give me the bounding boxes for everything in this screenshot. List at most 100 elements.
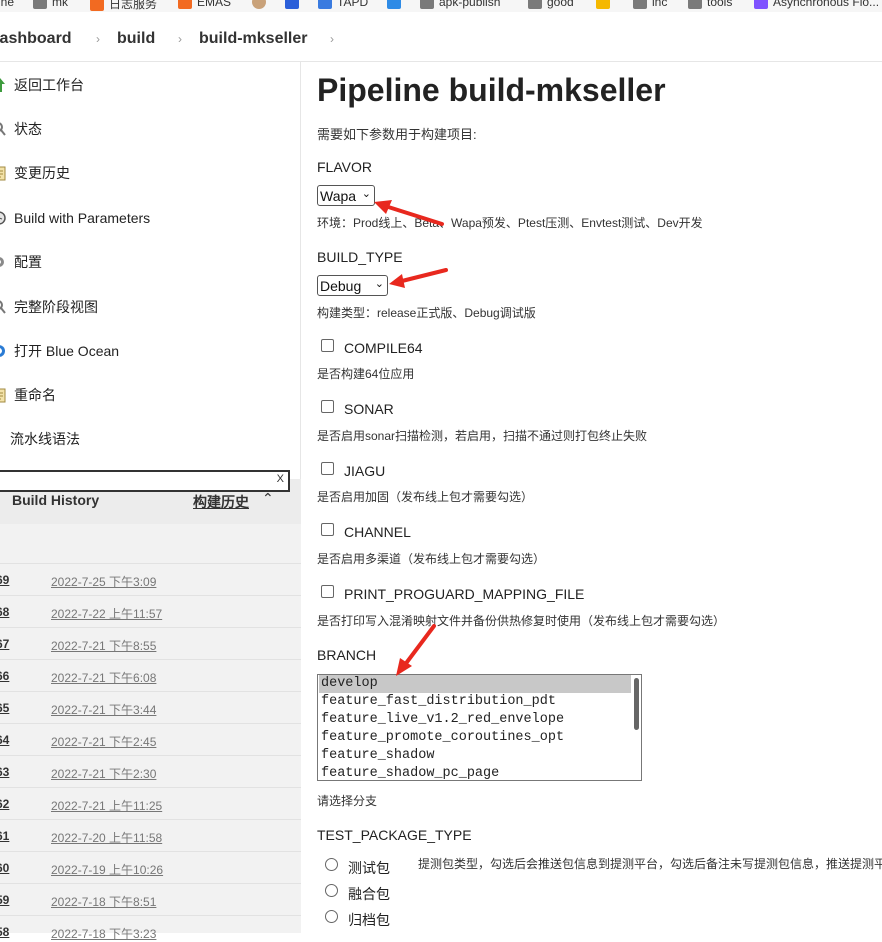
build-date-link[interactable]: 2022-7-21 下午3:44 [51,701,156,718]
sidebar-item-build-with-parameters[interactable]: Build with Parameters [0,203,301,233]
build-row: 58 2022-7-18 下午3:23 [0,915,301,941]
bookmark-send[interactable] [387,0,401,9]
build-history-filter-input[interactable] [0,472,270,490]
build-history-title: Build History [12,492,100,508]
build-number-link[interactable]: 67 [0,637,9,651]
build-history-trend-link[interactable]: 构建历史 [193,492,249,512]
page-title: Pipeline build-mkseller [317,72,666,108]
build-number-link[interactable]: 61 [0,829,9,843]
build-date-link[interactable]: 2022-7-21 上午11:25 [51,797,162,814]
build-row: 67 2022-7-21 下午8:55 [0,627,301,659]
param-desc-flavor: 环境：Prod线上、Beta、Wapa预发、Ptest压测、Envtest测试、… [317,216,703,230]
radio-test-package[interactable] [325,858,338,871]
chevron-down-icon: ⌄ [361,188,371,200]
build-row: 64 2022-7-21 下午2:45 [0,723,301,755]
bookmark-ine[interactable]: ine [0,0,14,9]
bookmark-icon [285,0,299,9]
bookmarks-bar: ine mk 日志服务 EMAS TAPD apk-publish good i… [0,0,882,12]
bookmark-tools[interactable]: tools [688,0,732,9]
bookmark-avatar[interactable] [252,0,266,9]
sonar-checkbox[interactable] [321,400,334,413]
build-number-link[interactable]: 60 [0,861,9,875]
breadcrumb-build[interactable]: build [117,30,155,48]
sidebar-item-pipeline-syntax[interactable]: 流水线语法 [0,424,301,454]
print-proguard-mapping-checkbox[interactable] [321,585,334,598]
sidebar-item-full-stage-view[interactable]: 完整阶段视图 [0,292,301,322]
sidebar-item-configure[interactable]: 配置 [0,247,301,277]
build-number-link[interactable]: 63 [0,765,9,779]
build-row: 66 2022-7-21 下午6:08 [0,659,301,691]
breadcrumb-dashboard[interactable]: Dashboard [0,30,72,48]
folder-icon [420,0,434,9]
bookmark-mk[interactable]: mk [33,0,68,9]
build-number-link[interactable]: 69 [0,573,9,587]
kotlin-icon [754,0,768,9]
build-date-link[interactable]: 2022-7-20 上午11:58 [51,829,162,846]
sidebar-item-changes[interactable]: 变更历史 [0,158,301,188]
param-name-compile64: COMPILE64 [344,340,423,356]
build-number-link[interactable]: 68 [0,605,9,619]
collapse-caret-icon[interactable]: ⌃ [262,490,274,507]
bookmark-inc[interactable]: inc [633,0,667,9]
sidebar-item-back-to-dashboard[interactable]: 返回工作台 [0,70,301,100]
branch-option[interactable]: feature_live_v1.2_red_envelope [319,711,631,729]
param-name-build-type: BUILD_TYPE [317,249,403,265]
radio-archive-package[interactable] [325,910,338,923]
branch-option[interactable]: develop [319,675,631,693]
flavor-select[interactable]: Wapa ⌄ [317,185,375,206]
branch-option[interactable]: feature_promote_coroutines_opt [319,729,631,747]
sidebar-item-status[interactable]: 状态 [0,114,301,144]
param-desc-channel: 是否启用多渠道（发布线上包才需要勾选） [317,552,546,566]
build-number-link[interactable]: 58 [0,925,9,939]
build-number-link[interactable]: 64 [0,733,9,747]
bookmark-apk-publish[interactable]: apk-publish [420,0,500,9]
build-number-link[interactable]: 62 [0,797,9,811]
blue-ocean-icon [0,345,5,357]
build-history-filter[interactable]: X [0,470,290,492]
branch-listbox[interactable]: develop feature_fast_distribution_pdt fe… [317,674,642,781]
jiagu-checkbox[interactable] [321,462,334,475]
bookmark-emas[interactable]: EMAS [178,0,231,9]
search-icon [0,122,6,136]
build-date-link[interactable]: 2022-7-19 上午10:26 [51,861,163,878]
channel-checkbox[interactable] [321,523,334,536]
branch-option[interactable]: feature_shadow_pc_page [319,765,631,780]
listbox-scrollbar[interactable] [634,678,639,730]
chevron-down-icon: ⌄ [374,278,384,290]
folder-icon [633,0,647,9]
radio-fusion-package[interactable] [325,884,338,897]
build-date-link[interactable]: 2022-7-18 下午3:23 [51,925,156,942]
bookmark-async-flow[interactable]: Asynchronous Flo... [754,0,879,9]
build-date-link[interactable]: 2022-7-21 下午2:30 [51,765,156,782]
bookmark-blue[interactable] [285,0,299,9]
bookmark-log-service[interactable]: 日志服务 [90,0,157,12]
build-number-link[interactable]: 65 [0,701,9,715]
build-date-link[interactable]: 2022-7-22 上午11:57 [51,605,162,622]
branch-option[interactable]: feature_fast_distribution_pdt [319,693,631,711]
build-row: 60 2022-7-19 上午10:26 [0,851,301,883]
branch-option[interactable]: feature_shadow [319,747,631,765]
sidebar-item-open-blue-ocean[interactable]: 打开 Blue Ocean [0,336,301,366]
param-name-sonar: SONAR [344,401,394,417]
build-type-select[interactable]: Debug ⌄ [317,275,388,296]
build-date-link[interactable]: 2022-7-21 下午8:55 [51,637,156,654]
build-number-link[interactable]: 66 [0,669,9,683]
compile64-checkbox[interactable] [321,339,334,352]
build-date-link[interactable]: 2022-7-18 下午8:51 [51,893,156,910]
param-name-channel: CHANNEL [344,524,411,540]
build-number-link[interactable]: 59 [0,893,9,907]
param-name-flavor: FLAVOR [317,159,372,175]
bookmark-tapd[interactable]: TAPD [318,0,368,9]
build-date-link[interactable]: 2022-7-25 下午3:09 [51,573,156,590]
param-name-jiagu: JIAGU [344,463,386,479]
breadcrumb-build-mkseller[interactable]: build-mkseller [199,30,307,48]
clear-filter-icon[interactable]: X [277,473,284,485]
build-date-link[interactable]: 2022-7-21 下午2:45 [51,733,156,750]
bookmark-good[interactable]: good [528,0,574,9]
bookmark-bulb[interactable] [596,0,610,9]
up-arrow-icon [0,78,5,92]
emas-icon [178,0,192,9]
sidebar-item-rename[interactable]: 重命名 [0,380,301,410]
breadcrumb-separator[interactable]: › [330,32,334,46]
build-date-link[interactable]: 2022-7-21 下午6:08 [51,669,156,686]
